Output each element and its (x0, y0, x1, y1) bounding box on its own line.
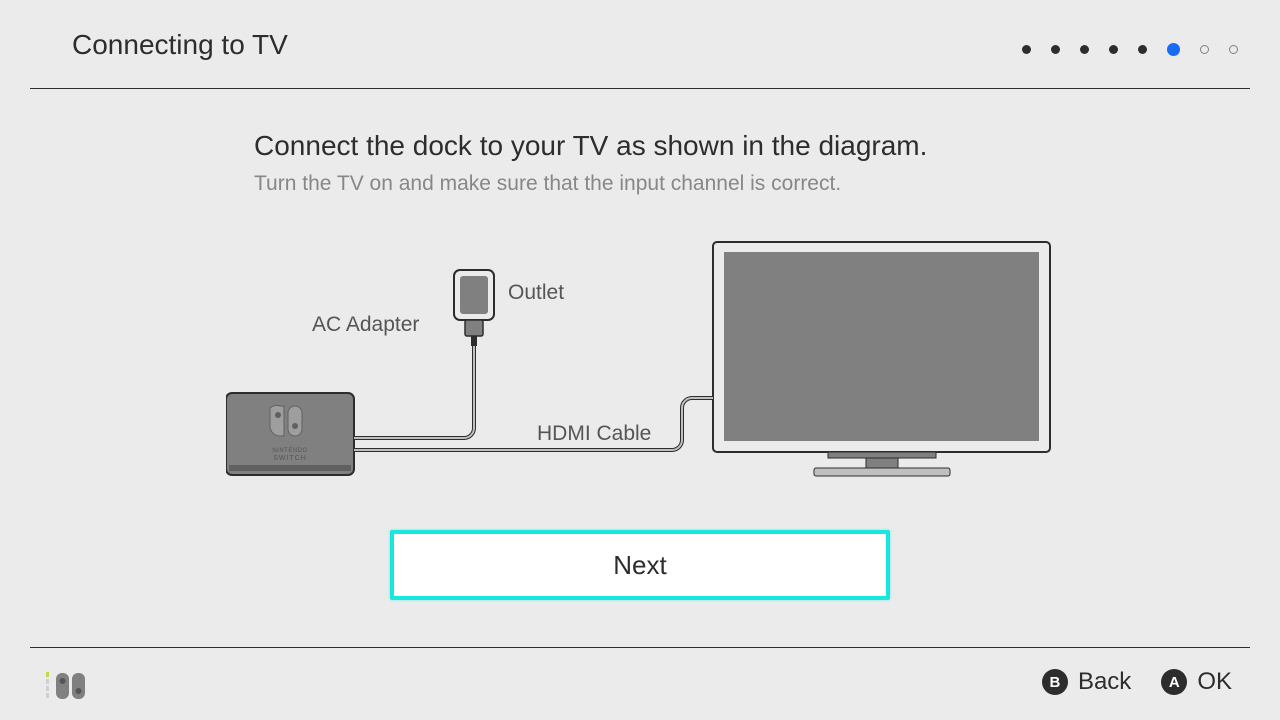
b-button-icon: B (1042, 669, 1068, 695)
progress-dot (1229, 45, 1238, 54)
connection-diagram: NINTENDO SWITCH AC Adapter Outlet HDMI C… (226, 240, 1056, 490)
page-title: Connecting to TV (72, 29, 288, 61)
ok-hint[interactable]: A OK (1161, 668, 1232, 696)
instruction-sub: Turn the TV on and make sure that the in… (254, 172, 1280, 196)
instruction-headline: Connect the dock to your TV as shown in … (254, 130, 1280, 162)
button-hints: B Back A OK (1042, 668, 1232, 696)
ac-adapter-label: AC Adapter (312, 313, 419, 337)
progress-dot (1138, 45, 1147, 54)
next-button[interactable]: Next (390, 530, 890, 600)
progress-dots (1022, 43, 1238, 56)
content: Connect the dock to your TV as shown in … (0, 130, 1280, 196)
outlet-label: Outlet (508, 281, 564, 305)
dock-brand-line1: NINTENDO (272, 448, 307, 454)
a-button-icon: A (1161, 669, 1187, 695)
footer: B Back A OK (30, 647, 1250, 720)
ok-label: OK (1197, 668, 1232, 696)
hdmi-cable-label: HDMI Cable (537, 422, 651, 446)
back-hint[interactable]: B Back (1042, 668, 1131, 696)
dock-brand-line2: SWITCH (273, 455, 307, 462)
progress-dot (1022, 45, 1031, 54)
header: Connecting to TV (30, 0, 1250, 89)
progress-dot (1080, 45, 1089, 54)
progress-dot (1051, 45, 1060, 54)
next-button-label: Next (613, 550, 666, 581)
progress-dot-current (1167, 43, 1180, 56)
progress-dot (1200, 45, 1209, 54)
controller-icon (46, 672, 94, 705)
back-label: Back (1078, 668, 1131, 696)
progress-dot (1109, 45, 1118, 54)
